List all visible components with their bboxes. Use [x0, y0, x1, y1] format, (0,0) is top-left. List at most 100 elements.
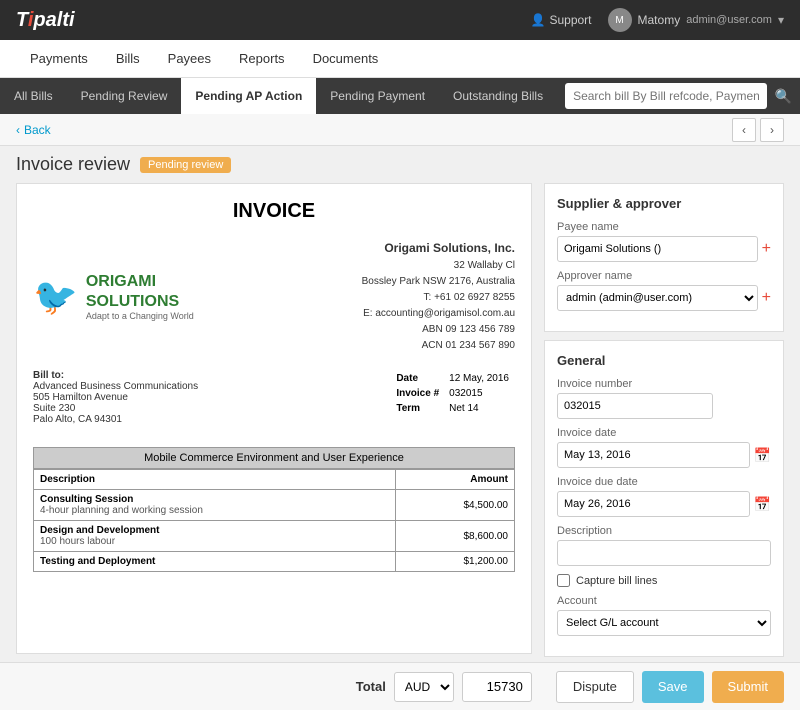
item-name: Testing and Deployment: [40, 556, 389, 567]
nav-payees[interactable]: Payees: [154, 40, 225, 78]
invoice-due-field: Invoice due date 📅: [557, 476, 771, 517]
currency-select[interactable]: AUD: [394, 672, 454, 702]
account-select[interactable]: Select G/L account: [557, 610, 771, 636]
company-city: Bossley Park NSW 2176, Australia: [362, 274, 515, 290]
page-title-bar: Invoice review Pending review: [0, 146, 800, 183]
item-desc-cell: Testing and Deployment: [34, 552, 396, 572]
date-value: 12 May, 2016: [445, 372, 513, 385]
item-amount-cell: $4,500.00: [396, 490, 515, 521]
item-amount-cell: $8,600.00: [396, 521, 515, 552]
company-info: Origami Solutions, Inc. 32 Wallaby Cl Bo…: [362, 239, 515, 354]
table-row: Consulting Session 4-hour planning and w…: [34, 490, 515, 521]
total-section: Total AUD: [356, 672, 532, 702]
invoice-due-label: Invoice due date: [557, 476, 771, 488]
support-button[interactable]: 👤 Support: [531, 13, 592, 27]
invoice-no-label: Invoice #: [392, 387, 443, 400]
origami-logo: 🐦 ORIGAMISOLUTIONS Adapt to a Changing W…: [33, 239, 194, 354]
general-section: General Invoice number Invoice date 📅 In…: [544, 340, 784, 657]
nav-bills[interactable]: Bills: [102, 40, 154, 78]
prev-arrow-button[interactable]: ‹: [732, 118, 756, 142]
tab-pending-ap-action[interactable]: Pending AP Action: [181, 78, 316, 114]
invoice-no-value: 032015: [445, 387, 513, 400]
company-acn: ACN 01 234 567 890: [362, 338, 515, 354]
company-address: 32 Wallaby Cl: [362, 258, 515, 274]
capture-bill-lines-checkbox[interactable]: [557, 574, 570, 587]
table-row: Design and Development 100 hours labour …: [34, 521, 515, 552]
user-menu[interactable]: M Matomy admin@user.com ▾: [608, 8, 784, 32]
invoice-due-calendar-icon[interactable]: 📅: [754, 496, 771, 513]
right-panel: Supplier & approver Payee name + Approve…: [544, 183, 784, 654]
invoice-date-input[interactable]: [557, 442, 750, 468]
tab-bar: All Bills Pending Review Pending AP Acti…: [0, 78, 800, 114]
save-button[interactable]: Save: [642, 671, 704, 703]
payee-name-row: +: [557, 236, 771, 262]
payee-name-input[interactable]: [557, 236, 758, 262]
item-description: 100 hours labour: [40, 536, 389, 547]
item-amount-cell: $1,200.00: [396, 552, 515, 572]
tab-outstanding-bills[interactable]: Outstanding Bills: [439, 78, 557, 114]
app-logo: Tipalti: [16, 9, 75, 32]
date-table: Date 12 May, 2016 Invoice # 032015 Term …: [390, 370, 515, 417]
term-value: Net 14: [445, 402, 513, 415]
payee-add-button[interactable]: +: [762, 241, 771, 257]
tab-all-bills[interactable]: All Bills: [0, 78, 67, 114]
top-header: Tipalti 👤 Support M Matomy admin@user.co…: [0, 0, 800, 40]
term-label: Term: [392, 402, 443, 415]
invoice-due-row: 📅: [557, 491, 771, 517]
nav-documents[interactable]: Documents: [299, 40, 393, 78]
description-input[interactable]: [557, 540, 771, 566]
nav-bar: Payments Bills Payees Reports Documents: [0, 40, 800, 78]
total-amount-input[interactable]: [462, 672, 532, 702]
tab-pending-review[interactable]: Pending Review: [67, 78, 182, 114]
company-abn: ABN 09 123 456 789: [362, 322, 515, 338]
bill-details: Bill to: Advanced Business Communication…: [33, 370, 515, 435]
approver-field: Approver name admin (admin@user.com) +: [557, 270, 771, 311]
header-right: 👤 Support M Matomy admin@user.com ▾: [531, 8, 784, 32]
approver-add-button[interactable]: +: [762, 290, 771, 306]
bill-city: Palo Alto, CA 94301: [33, 414, 198, 425]
search-icon: 🔍: [775, 88, 792, 105]
payee-name-field: Payee name +: [557, 221, 771, 262]
item-desc-cell: Consulting Session 4-hour planning and w…: [34, 490, 396, 521]
invoice-title: INVOICE: [33, 200, 515, 223]
invoice-date-row: 📅: [557, 442, 771, 468]
nav-reports[interactable]: Reports: [225, 40, 299, 78]
back-button[interactable]: ‹ Back: [16, 123, 51, 137]
dispute-button[interactable]: Dispute: [556, 671, 634, 703]
invoice-number-input[interactable]: [557, 393, 713, 419]
support-icon: 👤: [531, 13, 546, 27]
nav-arrows: ‹ ›: [732, 118, 784, 142]
invoice-due-input[interactable]: [557, 491, 750, 517]
search-input[interactable]: [565, 83, 766, 109]
payee-name-label: Payee name: [557, 221, 771, 233]
submit-button[interactable]: Submit: [712, 671, 784, 703]
next-arrow-button[interactable]: ›: [760, 118, 784, 142]
page-title: Invoice review: [16, 154, 130, 175]
item-name: Consulting Session: [40, 494, 389, 505]
account-label: Account: [557, 595, 771, 607]
breadcrumb-bar: ‹ Back ‹ ›: [0, 114, 800, 146]
supplier-section: Supplier & approver Payee name + Approve…: [544, 183, 784, 332]
invoice-header: 🐦 ORIGAMISOLUTIONS Adapt to a Changing W…: [33, 239, 515, 354]
status-badge: Pending review: [140, 157, 231, 173]
invoice-table: Description Amount Consulting Session 4-…: [33, 469, 515, 572]
supplier-section-title: Supplier & approver: [557, 196, 771, 211]
approver-row: admin (admin@user.com) +: [557, 285, 771, 311]
company-phone: T: +61 02 6927 8255: [362, 290, 515, 306]
origami-company-name: ORIGAMISOLUTIONS Adapt to a Changing Wor…: [86, 272, 194, 320]
invoice-panel: INVOICE 🐦 ORIGAMISOLUTIONS Adapt to a Ch…: [16, 183, 532, 654]
main-layout: INVOICE 🐦 ORIGAMISOLUTIONS Adapt to a Ch…: [0, 183, 800, 662]
date-label: Date: [392, 372, 443, 385]
project-header: Mobile Commerce Environment and User Exp…: [33, 447, 515, 469]
user-avatar: M: [608, 8, 632, 32]
tab-pending-payment[interactable]: Pending Payment: [316, 78, 439, 114]
approver-select[interactable]: admin (admin@user.com): [557, 285, 758, 311]
company-name: Origami Solutions, Inc.: [362, 239, 515, 258]
item-name: Design and Development: [40, 525, 389, 536]
back-arrow-icon: ‹: [16, 123, 20, 137]
general-section-title: General: [557, 353, 771, 368]
bird-logo-icon: 🐦: [33, 276, 78, 318]
nav-payments[interactable]: Payments: [16, 40, 102, 78]
invoice-date-calendar-icon[interactable]: 📅: [754, 447, 771, 464]
invoice-number-label: Invoice number: [557, 378, 771, 390]
